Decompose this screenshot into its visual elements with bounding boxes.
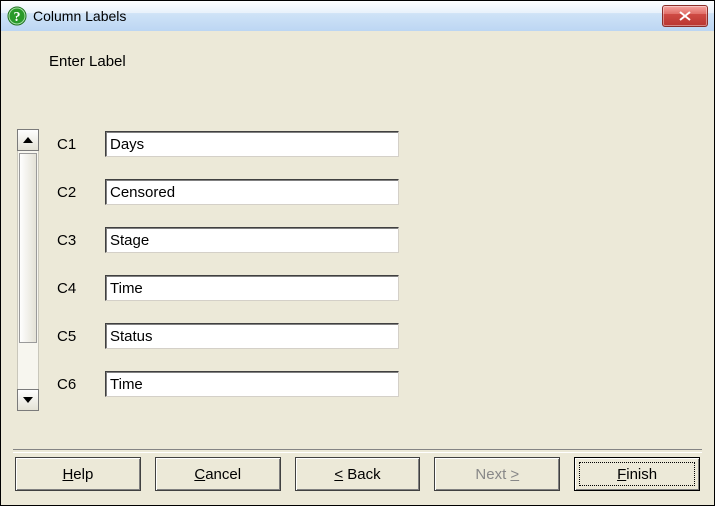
arrow-down-icon — [23, 397, 33, 403]
column-row: C4 — [57, 273, 690, 303]
back-button[interactable]: < Back — [295, 457, 421, 491]
scroll-up-button[interactable] — [17, 129, 39, 151]
divider — [13, 449, 702, 453]
help-button[interactable]: Help — [15, 457, 141, 491]
column-row: C3 — [57, 225, 690, 255]
column-label-input[interactable] — [105, 179, 399, 205]
dialog-window: ? Column Labels Enter Label C1 — [0, 0, 715, 506]
client-area: Enter Label C1 C2 C3 — [1, 31, 714, 505]
scroll-track[interactable] — [17, 151, 39, 389]
column-label-input[interactable] — [105, 371, 399, 397]
column-id-label: C5 — [57, 328, 105, 345]
title-bar: ? Column Labels — [1, 1, 714, 32]
svg-text:?: ? — [14, 10, 21, 25]
close-button[interactable] — [662, 5, 708, 27]
column-id-label: C4 — [57, 280, 105, 297]
finish-button[interactable]: Finish — [574, 457, 700, 491]
prompt-label: Enter Label — [49, 53, 126, 70]
scroll-down-button[interactable] — [17, 389, 39, 411]
rows-container: C1 C2 C3 C4 C5 C6 — [57, 129, 690, 417]
column-row: C1 — [57, 129, 690, 159]
window-title: Column Labels — [33, 8, 126, 24]
column-label-input[interactable] — [105, 323, 399, 349]
cancel-button[interactable]: Cancel — [155, 457, 281, 491]
scroll-thumb[interactable] — [19, 153, 37, 343]
column-row: C6 — [57, 369, 690, 399]
column-id-label: C6 — [57, 376, 105, 393]
scrollbar — [17, 129, 39, 411]
column-id-label: C3 — [57, 232, 105, 249]
arrow-up-icon — [23, 137, 33, 143]
column-id-label: C2 — [57, 184, 105, 201]
close-icon — [678, 10, 692, 22]
focus-ring — [579, 462, 695, 486]
column-id-label: C1 — [57, 136, 105, 153]
column-row: C5 — [57, 321, 690, 351]
help-icon: ? — [7, 6, 27, 26]
button-row: Help Cancel < Back Next > Finish — [15, 457, 700, 491]
next-button: Next > — [434, 457, 560, 491]
column-label-input[interactable] — [105, 131, 399, 157]
column-row: C2 — [57, 177, 690, 207]
column-label-input[interactable] — [105, 275, 399, 301]
column-label-input[interactable] — [105, 227, 399, 253]
